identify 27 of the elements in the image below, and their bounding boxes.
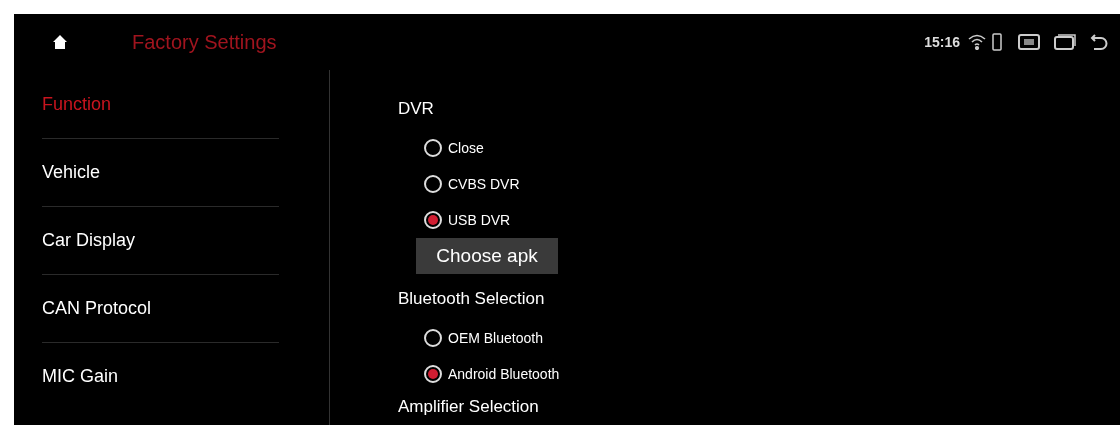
- option-label: Close: [448, 138, 484, 158]
- card-icon: [1018, 34, 1040, 50]
- radio-button[interactable]: [424, 175, 442, 193]
- option-label: Android Bluetooth: [448, 364, 560, 384]
- radio-button[interactable]: [424, 211, 442, 229]
- back-icon[interactable]: [1090, 33, 1108, 51]
- section-heading: DVR: [398, 98, 435, 121]
- option-label: OEM Bluetooth: [448, 328, 543, 348]
- option-label: USB DVR: [448, 210, 511, 230]
- sidebar-item[interactable]: Car Display: [42, 206, 279, 274]
- home-icon[interactable]: [52, 34, 68, 50]
- sidebar-item[interactable]: Vehicle: [42, 138, 279, 206]
- radio-button[interactable]: [424, 329, 442, 347]
- sidebar-item[interactable]: MIC Gain: [42, 342, 279, 410]
- sidebar-item[interactable]: CAN Protocol: [42, 274, 279, 342]
- phone-icon: [992, 33, 1002, 51]
- option-label: CVBS DVR: [448, 174, 520, 194]
- wifi-icon: [968, 34, 986, 50]
- section-heading: Amplifier Selection: [398, 396, 540, 419]
- clock-time: 15:16: [924, 32, 960, 52]
- section-heading: Bluetooth Selection: [398, 288, 546, 311]
- radio-button[interactable]: [424, 365, 442, 383]
- window-icon[interactable]: [1054, 34, 1076, 50]
- radio-button[interactable]: [424, 139, 442, 157]
- choose-apk-button[interactable]: Choose apk: [416, 238, 558, 274]
- page-title: Factory Settings: [132, 30, 277, 55]
- sidebar-item[interactable]: Function: [42, 70, 279, 138]
